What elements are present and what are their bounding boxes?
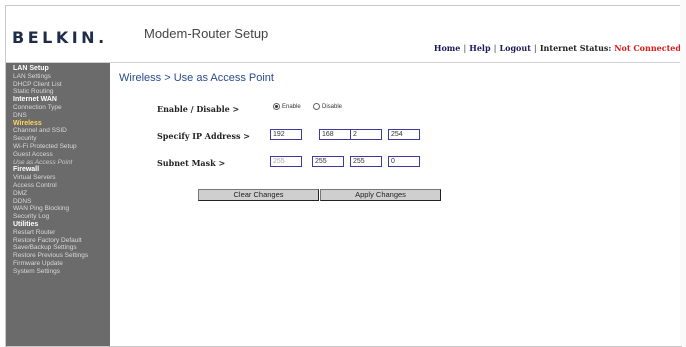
sidebar-item-security-log[interactable]: Security Log	[6, 213, 110, 221]
sidebar-item-wifi-protected-setup[interactable]: Wi-Fi Protected Setup	[6, 143, 110, 151]
sidebar-item-dns[interactable]: DNS	[6, 112, 110, 120]
sidebar-item-wan-ping-blocking[interactable]: WAN Ping Blocking	[6, 205, 110, 213]
sidebar-item-static-routing[interactable]: Static Routing	[6, 88, 110, 96]
sidebar-item-save-backup-settings[interactable]: Save/Backup Settings	[6, 244, 110, 252]
radio-unselected-icon	[313, 103, 320, 110]
main-content: Wireless > Use as Access Point Enable / …	[110, 63, 681, 346]
top-links: Home | Help | Logout | Internet Status: Not Co…	[434, 43, 681, 53]
sidebar-item-firmware-update[interactable]: Firmware Update	[6, 260, 110, 268]
sidebar-nav: LAN Setup LAN Settings DHCP Client List …	[6, 63, 110, 346]
logout-link[interactable]: Logout	[499, 43, 530, 53]
sidebar-item-restore-previous-settings[interactable]: Restore Previous Settings	[6, 252, 110, 260]
page-edge	[680, 0, 686, 346]
ip-octet-2-input[interactable]: 168	[319, 129, 351, 140]
sidebar-item-ddns[interactable]: DDNS	[6, 198, 110, 206]
ip-address-label: Specify IP Address >	[157, 131, 250, 141]
sidebar-group-wireless[interactable]: Wireless	[6, 120, 110, 128]
internet-status-label: Internet Status:	[539, 43, 612, 53]
sidebar-item-access-control[interactable]: Access Control	[6, 182, 110, 190]
mask-octet-4-input[interactable]: 0	[388, 156, 420, 167]
page-title: Wireless > Use as Access Point	[119, 72, 274, 84]
sidebar-group-utilities[interactable]: Utilities	[6, 221, 110, 229]
sidebar-item-use-as-access-point[interactable]: Use as Access Point	[6, 159, 110, 167]
sidebar-group-firewall[interactable]: Firewall	[6, 166, 110, 174]
sidebar-item-security[interactable]: Security	[6, 135, 110, 143]
enable-radio-label: Enable	[282, 103, 301, 110]
home-link[interactable]: Home	[434, 43, 460, 53]
sidebar-item-lan-settings[interactable]: LAN Settings	[6, 73, 110, 81]
sidebar-item-dmz[interactable]: DMZ	[6, 190, 110, 198]
disable-radio-label: Disable	[322, 103, 343, 110]
sidebar-item-system-settings[interactable]: System Settings	[6, 268, 110, 276]
link-separator: |	[463, 43, 467, 53]
header: BELKIN. Modem-Router Setup Home | Help | Log…	[6, 6, 681, 63]
ip-octet-1-input[interactable]: 192	[270, 129, 302, 140]
link-separator: |	[493, 43, 497, 53]
sidebar-group-internet-wan[interactable]: Internet WAN	[6, 96, 110, 104]
clear-changes-button[interactable]: Clear Changes	[198, 189, 319, 201]
enable-disable-label: Enable / Disable >	[157, 104, 240, 114]
help-link[interactable]: Help	[469, 43, 490, 53]
sidebar-item-virtual-servers[interactable]: Virtual Servers	[6, 174, 110, 182]
app-title: Modem-Router Setup	[144, 26, 269, 41]
radio-selected-icon	[273, 103, 280, 110]
sidebar-item-restore-factory-default[interactable]: Restore Factory Default	[6, 237, 110, 245]
mask-octet-3-input[interactable]: 255	[350, 156, 382, 167]
apply-changes-button[interactable]: Apply Changes	[320, 189, 441, 201]
link-separator: |	[533, 43, 537, 53]
ip-octet-3-input[interactable]: 2	[350, 129, 382, 140]
mask-octet-1-input: 255	[270, 156, 302, 167]
sidebar-item-connection-type[interactable]: Connection Type	[6, 104, 110, 112]
ip-octet-4-input[interactable]: 254	[388, 129, 420, 140]
app-frame: BELKIN. Modem-Router Setup Home | Help | Log…	[5, 5, 682, 347]
brand-logo: BELKIN.	[12, 28, 108, 47]
internet-status-value: Not Connected	[614, 43, 681, 53]
subnet-mask-label: Subnet Mask >	[157, 158, 226, 168]
sidebar-item-channel-and-ssid[interactable]: Channel and SSID	[6, 127, 110, 135]
sidebar-item-restart-router[interactable]: Restart Router	[6, 229, 110, 237]
sidebar-item-guest-access[interactable]: Guest Access	[6, 151, 110, 159]
sidebar-item-dhcp-client-list[interactable]: DHCP Client List	[6, 81, 110, 89]
sidebar-group-lan-setup[interactable]: LAN Setup	[6, 65, 110, 73]
disable-radio[interactable]: Disable	[313, 103, 342, 110]
mask-octet-2-input[interactable]: 255	[312, 156, 344, 167]
enable-radio[interactable]: Enable	[273, 103, 301, 110]
